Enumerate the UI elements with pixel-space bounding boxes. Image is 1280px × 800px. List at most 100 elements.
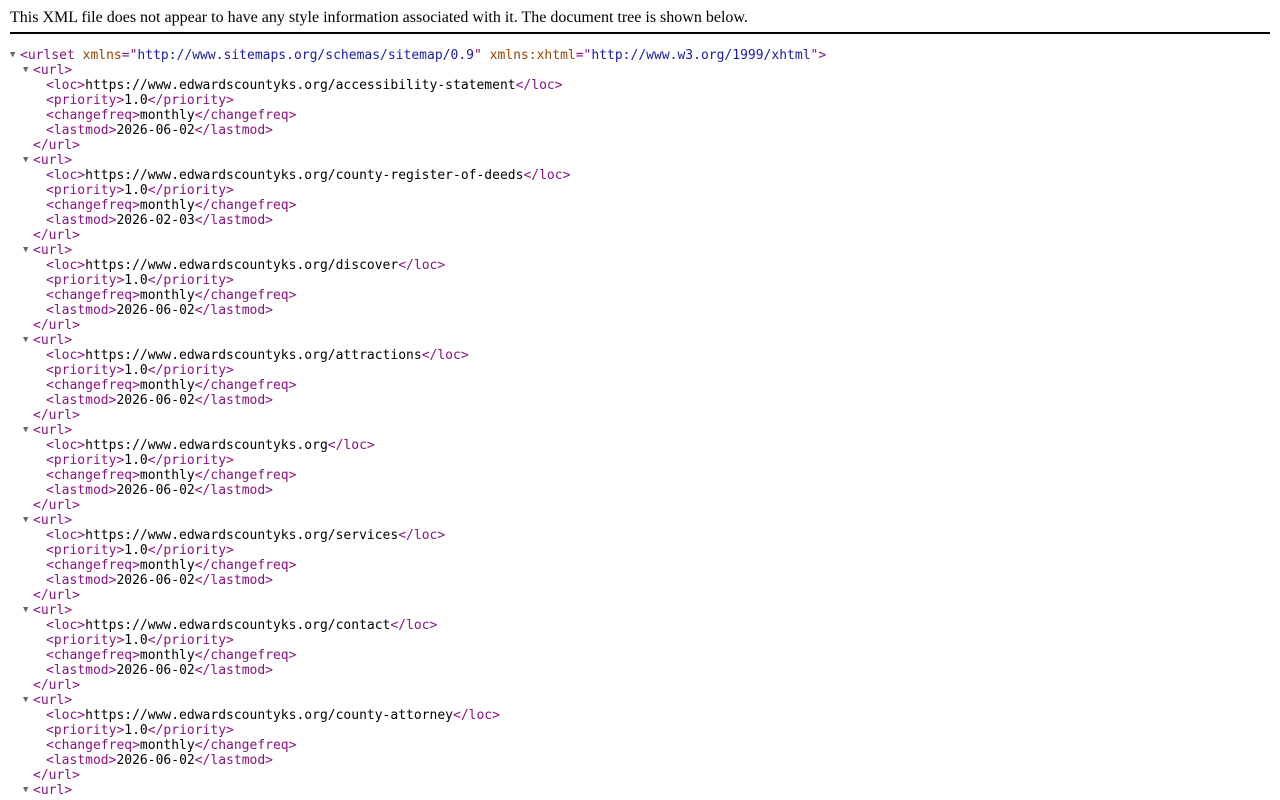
url-tag: <url> [33,63,73,78]
changefreq-open-tag: <changefreq> [46,468,140,483]
loc-value: https://www.edwardscountyks.org/county-a… [85,708,453,723]
lastmod-close-tag: </lastmod> [194,393,274,408]
lastmod-close-tag: </lastmod> [194,303,274,318]
url-open-tag: ▼ <url> [0,243,1280,258]
changefreq-open-tag: <changefreq> [46,198,140,213]
url-close-tag: </url> [0,408,1280,423]
url-tag: <url> [33,423,73,438]
url-tag: <url> [33,693,73,708]
lastmod-close-tag: </lastmod> [194,753,274,768]
changefreq-open-tag: <changefreq> [46,558,140,573]
disclosure-triangle-down-icon[interactable]: ▼ [10,48,20,63]
priority-element: <priority>1.0</priority> [0,723,1280,738]
changefreq-close-tag: </changefreq> [194,738,297,753]
url-close-tag: </url> [0,138,1280,153]
loc-close-tag: </loc> [453,708,500,723]
lastmod-open-tag: <lastmod> [46,483,117,498]
changefreq-value: monthly [139,738,195,753]
loc-value: https://www.edwardscountyks.org/county-r… [85,168,524,183]
priority-value: 1.0 [124,93,148,108]
lastmod-element: <lastmod>2026-06-02</lastmod> [0,303,1280,318]
loc-element: <loc>https://www.edwardscountyks.org/dis… [0,258,1280,273]
priority-value: 1.0 [124,453,148,468]
priority-close-tag: </priority> [147,273,234,288]
disclosure-triangle-down-icon[interactable]: ▼ [23,333,33,348]
priority-value: 1.0 [124,363,148,378]
urlset-open-tag: ▼ <urlset xmlns="http://www.sitemaps.org/… [0,48,1280,63]
changefreq-value: monthly [139,198,195,213]
disclosure-triangle-down-icon[interactable]: ▼ [23,153,33,168]
priority-close-tag: </priority> [147,453,234,468]
priority-value: 1.0 [124,273,148,288]
changefreq-close-tag: </changefreq> [194,648,297,663]
changefreq-element: <changefreq>monthly</changefreq> [0,558,1280,573]
loc-open-tag: <loc> [46,78,86,93]
priority-open-tag: <priority> [46,93,125,108]
changefreq-value: monthly [139,288,195,303]
changefreq-close-tag: </changefreq> [194,558,297,573]
url-tag: </url> [33,588,80,603]
loc-close-tag: </loc> [515,78,563,93]
url-tag: </url> [33,498,80,513]
disclosure-triangle-down-icon[interactable]: ▼ [23,603,33,618]
xml-viewer-header: This XML file does not appear to have an… [10,0,1270,34]
disclosure-triangle-down-icon[interactable]: ▼ [23,243,33,258]
priority-close-tag: </priority> [147,363,234,378]
url-close-tag: </url> [0,588,1280,603]
loc-close-tag: </loc> [398,528,446,543]
url-close-tag: </url> [0,498,1280,513]
url-open-tag: ▼ <url> [0,153,1280,168]
url-open-tag: ▼ <url> [0,513,1280,528]
priority-element: <priority>1.0</priority> [0,453,1280,468]
url-tag: </url> [33,678,80,693]
changefreq-value: monthly [139,468,195,483]
lastmod-close-tag: </lastmod> [194,213,274,228]
lastmod-open-tag: <lastmod> [46,663,117,678]
priority-open-tag: <priority> [46,453,125,468]
changefreq-element: <changefreq>monthly</changefreq> [0,288,1280,303]
loc-close-tag: </loc> [421,348,469,363]
lastmod-value: 2026-06-02 [116,483,195,498]
priority-element: <priority>1.0</priority> [0,93,1280,108]
priority-element: <priority>1.0</priority> [0,543,1280,558]
loc-close-tag: </loc> [523,168,571,183]
changefreq-element: <changefreq>monthly</changefreq> [0,378,1280,393]
lastmod-value: 2026-06-02 [116,393,195,408]
loc-open-tag: <loc> [46,528,86,543]
priority-open-tag: <priority> [46,633,125,648]
url-close-tag: </url> [0,678,1280,693]
loc-element: <loc>https://www.edwardscountyks.org/acc… [0,78,1280,93]
tag-bracket: > [818,48,827,63]
lastmod-element: <lastmod>2026-06-02</lastmod> [0,573,1280,588]
url-tag: </url> [33,228,80,243]
disclosure-triangle-down-icon[interactable]: ▼ [23,423,33,438]
priority-close-tag: </priority> [147,723,234,738]
disclosure-triangle-down-icon[interactable]: ▼ [23,513,33,528]
disclosure-triangle-down-icon[interactable]: ▼ [23,783,33,798]
disclosure-triangle-down-icon[interactable]: ▼ [23,63,33,78]
attribute-quote: " [473,48,482,63]
priority-value: 1.0 [124,183,148,198]
changefreq-value: monthly [139,648,195,663]
changefreq-open-tag: <changefreq> [46,378,140,393]
url-tag: </url> [33,408,80,423]
lastmod-open-tag: <lastmod> [46,393,117,408]
loc-element: <loc>https://www.edwardscountyks.org/ser… [0,528,1280,543]
url-tag: <url> [33,513,73,528]
url-tag: <url> [33,333,73,348]
disclosure-triangle-down-icon[interactable]: ▼ [23,693,33,708]
loc-open-tag: <loc> [46,348,86,363]
loc-element: <loc>https://www.edwardscountyks.org/con… [0,618,1280,633]
loc-close-tag: </loc> [398,258,446,273]
attribute-value: http://www.sitemaps.org/schemas/sitemap/… [137,48,474,63]
loc-value: https://www.edwardscountyks.org/discover [85,258,399,273]
url-open-tag: ▼ <url> [0,63,1280,78]
changefreq-close-tag: </changefreq> [194,198,297,213]
url-tag: </url> [33,768,80,783]
lastmod-element: <lastmod>2026-06-02</lastmod> [0,483,1280,498]
changefreq-close-tag: </changefreq> [194,468,297,483]
lastmod-open-tag: <lastmod> [46,753,117,768]
url-tag: </url> [33,318,80,333]
priority-element: <priority>1.0</priority> [0,273,1280,288]
loc-open-tag: <loc> [46,438,86,453]
